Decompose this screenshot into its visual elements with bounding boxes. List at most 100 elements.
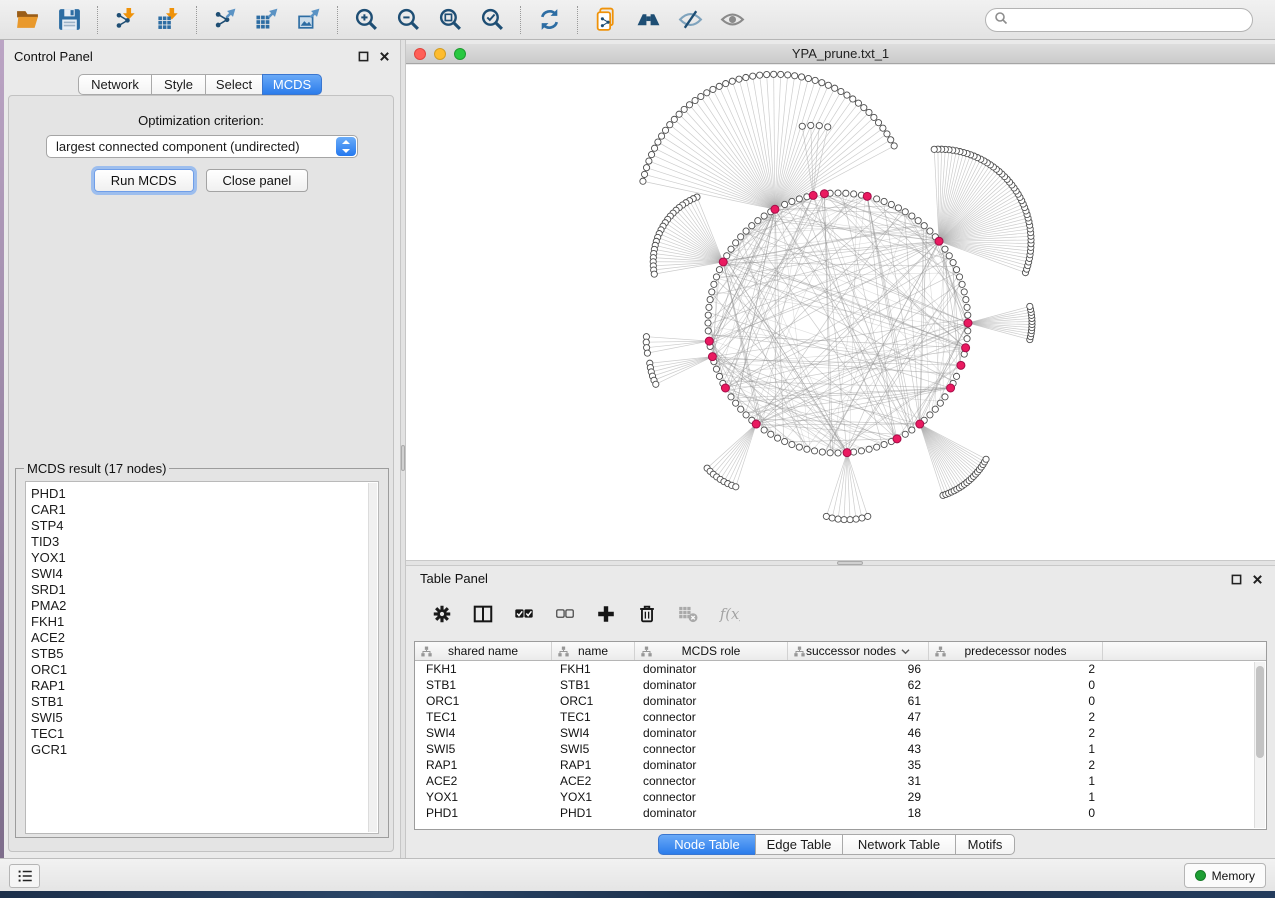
- result-list-item[interactable]: STB5: [31, 646, 378, 662]
- window-close-icon[interactable]: [414, 48, 426, 60]
- table-row[interactable]: RAP1RAP1dominator352: [415, 757, 1266, 773]
- mcds-hub-node[interactable]: [863, 192, 871, 200]
- table-tab-network-table[interactable]: Network Table: [842, 834, 956, 855]
- column-header-predecessor-nodes[interactable]: predecessor nodes: [929, 642, 1103, 660]
- zoom-selected-button[interactable]: [471, 3, 513, 37]
- split-panel-button[interactable]: [465, 597, 501, 631]
- horizontal-splitter[interactable]: [406, 560, 1275, 566]
- horizontal-splitter-handle[interactable]: [837, 561, 863, 565]
- search-input[interactable]: [1014, 10, 1252, 30]
- float-panel-icon[interactable]: [358, 49, 369, 67]
- criterion-dropdown[interactable]: largest connected component (undirected): [46, 135, 358, 158]
- open-folder-button[interactable]: [6, 3, 48, 37]
- zoom-out-button[interactable]: [387, 3, 429, 37]
- share-document-button[interactable]: [585, 3, 627, 37]
- table-row[interactable]: ORC1ORC1dominator610: [415, 693, 1266, 709]
- zoom-fit-content-button[interactable]: [429, 3, 471, 37]
- table-row[interactable]: TEC1TEC1connector472: [415, 709, 1266, 725]
- select-all-rows-button[interactable]: [506, 597, 542, 631]
- hide-network-eye-button[interactable]: [669, 3, 711, 37]
- table-scrollbar-thumb[interactable]: [1256, 666, 1264, 758]
- table-scrollbar[interactable]: [1254, 662, 1265, 828]
- column-header-successor-nodes[interactable]: successor nodes: [788, 642, 929, 660]
- import-network-button[interactable]: [105, 3, 147, 37]
- tab-style[interactable]: Style: [151, 74, 206, 95]
- mcds-hub-node[interactable]: [809, 191, 817, 199]
- result-list-item[interactable]: STB1: [31, 694, 378, 710]
- mcds-hub-node[interactable]: [705, 337, 713, 345]
- table-row[interactable]: FKH1FKH1dominator962: [415, 661, 1266, 677]
- table-tab-motifs[interactable]: Motifs: [955, 834, 1015, 855]
- table-row[interactable]: ACE2ACE2connector311: [415, 773, 1266, 789]
- zoom-in-button[interactable]: [345, 3, 387, 37]
- table-row[interactable]: STB1STB1dominator620: [415, 677, 1266, 693]
- table-tab-node-table[interactable]: Node Table: [658, 834, 756, 855]
- table-settings-button[interactable]: [424, 597, 460, 631]
- result-list-item[interactable]: SRD1: [31, 582, 378, 598]
- window-minimize-icon[interactable]: [434, 48, 446, 60]
- mcds-hub-node[interactable]: [721, 384, 729, 392]
- window-zoom-icon[interactable]: [454, 48, 466, 60]
- close-table-panel-icon[interactable]: [1252, 572, 1263, 590]
- result-list-item[interactable]: ORC1: [31, 662, 378, 678]
- result-list-item[interactable]: PMA2: [31, 598, 378, 614]
- result-list-item[interactable]: PHD1: [31, 486, 378, 502]
- result-list-scrollbar[interactable]: [368, 483, 377, 832]
- export-image-button[interactable]: [288, 3, 330, 37]
- run-mcds-button[interactable]: Run MCDS: [94, 169, 194, 192]
- close-panel-icon[interactable]: [379, 49, 390, 67]
- network-graph[interactable]: [406, 65, 1275, 560]
- mcds-hub-node[interactable]: [947, 384, 955, 392]
- tab-network[interactable]: Network: [78, 74, 152, 95]
- result-list-item[interactable]: YOX1: [31, 550, 378, 566]
- save-button[interactable]: [48, 3, 90, 37]
- mcds-hub-node[interactable]: [719, 258, 727, 266]
- deselect-all-rows-button[interactable]: [547, 597, 583, 631]
- mcds-result-list[interactable]: PHD1CAR1STP4TID3YOX1SWI4SRD1PMA2FKH1ACE2…: [25, 481, 379, 834]
- mcds-hub-node[interactable]: [964, 319, 972, 327]
- table-row[interactable]: PHD1PHD1dominator180: [415, 805, 1266, 821]
- mcds-hub-node[interactable]: [957, 361, 965, 369]
- result-list-item[interactable]: CAR1: [31, 502, 378, 518]
- close-panel-button[interactable]: Close panel: [206, 169, 309, 192]
- result-list-item[interactable]: RAP1: [31, 678, 378, 694]
- mcds-hub-node[interactable]: [962, 344, 970, 352]
- network-view-canvas[interactable]: [406, 65, 1275, 560]
- export-table-button[interactable]: [246, 3, 288, 37]
- mcds-hub-node[interactable]: [893, 435, 901, 443]
- add-column-button[interactable]: [588, 597, 624, 631]
- refresh-button[interactable]: [528, 3, 570, 37]
- mcds-hub-node[interactable]: [771, 205, 779, 213]
- tab-mcds[interactable]: MCDS: [262, 74, 322, 95]
- table-row[interactable]: SWI5SWI5connector431: [415, 741, 1266, 757]
- table-row[interactable]: SWI4SWI4dominator462: [415, 725, 1266, 741]
- mcds-hub-node[interactable]: [820, 190, 828, 198]
- export-network-button[interactable]: [204, 3, 246, 37]
- mcds-hub-node[interactable]: [916, 420, 924, 428]
- memory-button[interactable]: Memory: [1184, 863, 1266, 888]
- show-eye-button[interactable]: [711, 3, 753, 37]
- column-header-name[interactable]: name: [552, 642, 635, 660]
- float-table-panel-icon[interactable]: [1231, 572, 1242, 590]
- mcds-hub-node[interactable]: [708, 353, 716, 361]
- result-list-item[interactable]: STP4: [31, 518, 378, 534]
- mcds-hub-node[interactable]: [752, 420, 760, 428]
- table-tab-edge-table[interactable]: Edge Table: [755, 834, 843, 855]
- tab-select[interactable]: Select: [205, 74, 263, 95]
- column-header-shared-name[interactable]: shared name: [415, 642, 552, 660]
- import-table-button[interactable]: [147, 3, 189, 37]
- vertical-splitter-handle[interactable]: [401, 445, 405, 471]
- result-list-item[interactable]: TEC1: [31, 726, 378, 742]
- result-list-item[interactable]: GCR1: [31, 742, 378, 758]
- delete-columns-button[interactable]: [629, 597, 665, 631]
- result-list-item[interactable]: SWI4: [31, 566, 378, 582]
- mcds-hub-node[interactable]: [843, 449, 851, 457]
- result-list-item[interactable]: SWI5: [31, 710, 378, 726]
- task-history-button[interactable]: [9, 864, 40, 888]
- search-network-button[interactable]: [627, 3, 669, 37]
- result-list-item[interactable]: FKH1: [31, 614, 378, 630]
- table-row[interactable]: YOX1YOX1connector291: [415, 789, 1266, 805]
- mcds-hub-node[interactable]: [935, 237, 943, 245]
- result-list-item[interactable]: ACE2: [31, 630, 378, 646]
- result-list-item[interactable]: TID3: [31, 534, 378, 550]
